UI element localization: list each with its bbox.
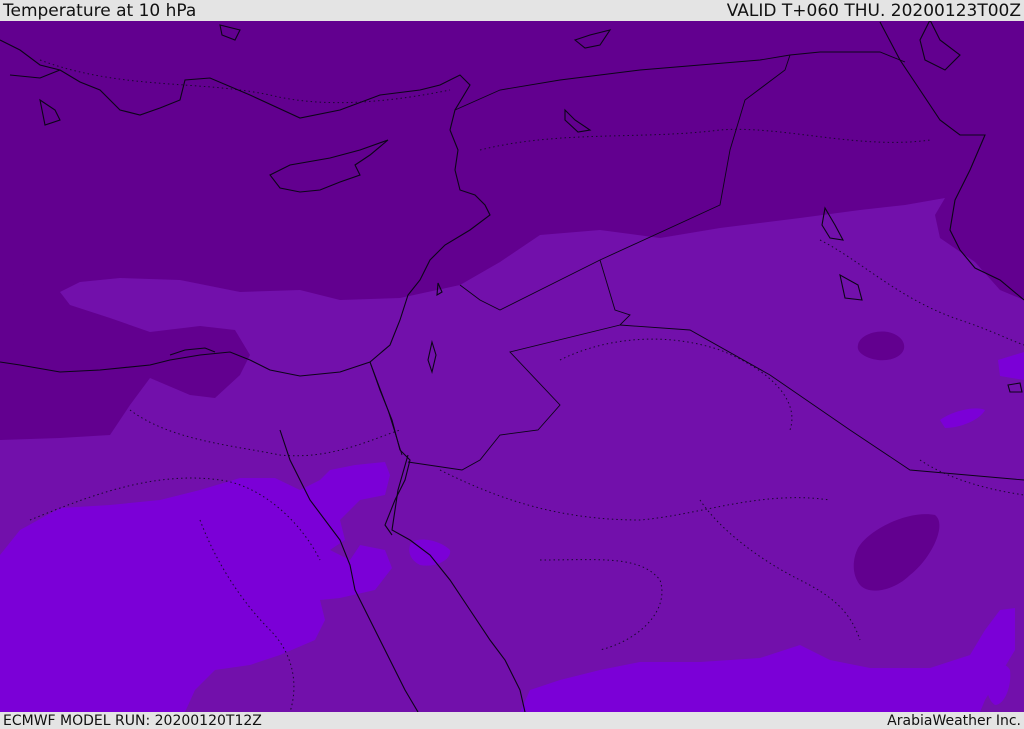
credit: ArabiaWeather Inc. — [887, 712, 1021, 729]
header-bar: Temperature at 10 hPa VALID T+060 THU. 2… — [0, 0, 1024, 21]
map-svg — [0, 21, 1024, 712]
weather-map[interactable] — [0, 21, 1024, 712]
footer-bar: ECMWF MODEL RUN: 20200120T12Z ArabiaWeat… — [0, 712, 1024, 729]
model-run: ECMWF MODEL RUN: 20200120T12Z — [3, 712, 262, 729]
map-title: Temperature at 10 hPa — [3, 0, 197, 21]
valid-time: VALID T+060 THU. 20200123T00Z — [726, 0, 1021, 21]
